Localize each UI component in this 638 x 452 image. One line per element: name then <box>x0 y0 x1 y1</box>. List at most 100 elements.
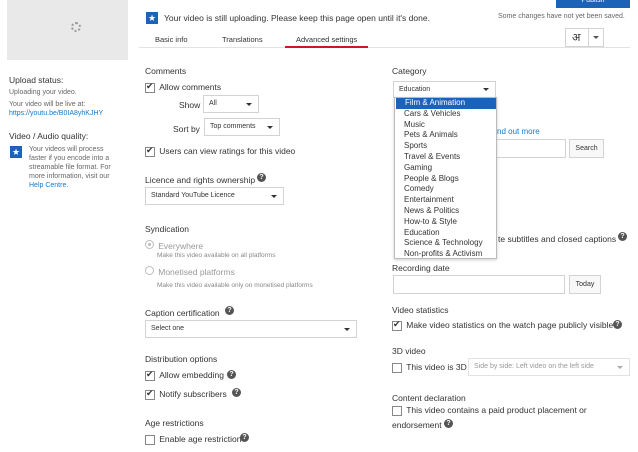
licence-select[interactable]: Standard YouTube Licence <box>145 187 284 205</box>
3d-format-value: Side by side: Left video on the left sid… <box>474 363 594 370</box>
embedding-label: Allow embedding <box>159 370 224 380</box>
category-option[interactable]: Entertainment <box>395 195 496 206</box>
show-label: Show <box>179 100 201 110</box>
video-url-link[interactable]: https://youtu.be/B0IA8yhKJHY <box>9 109 103 118</box>
unsaved-changes-text: Some changes have not yet been saved. <box>498 13 625 20</box>
category-option[interactable]: Film & Animation <box>396 98 496 109</box>
notify-checkbox[interactable] <box>145 388 155 400</box>
video-stats-checkbox[interactable] <box>392 319 402 331</box>
star-icon: ★ <box>10 146 22 158</box>
category-option[interactable]: Science & Technology <box>395 238 496 249</box>
help-icon[interactable]: ? <box>444 419 453 428</box>
age-restriction-row[interactable]: Enable age restriction <box>145 434 241 445</box>
syndication-title: Syndication <box>145 224 189 234</box>
publish-button[interactable]: Publish <box>556 0 630 8</box>
monetised-label: Monetised platforms <box>158 267 235 277</box>
notify-row[interactable]: Notify subscribers <box>145 388 227 400</box>
help-icon[interactable]: ? <box>225 306 234 315</box>
category-option[interactable]: Cars & Vehicles <box>395 109 496 120</box>
category-dropdown-list[interactable]: Film & Animation Cars & Vehicles Music P… <box>394 97 497 259</box>
category-option[interactable]: Comedy <box>395 184 496 195</box>
ratings-checkbox[interactable] <box>145 145 155 157</box>
monetised-option[interactable]: Monetised platforms <box>145 266 235 277</box>
embedding-checkbox[interactable] <box>145 369 155 381</box>
ratings-label: Users can view ratings for this video <box>159 146 296 156</box>
monetised-radio[interactable] <box>145 266 154 275</box>
tab-advanced-settings[interactable]: Advanced settings <box>296 35 357 44</box>
quality-title: Video / Audio quality: <box>9 131 89 141</box>
recording-date-title: Recording date <box>392 263 450 273</box>
3d-video-checkbox[interactable] <box>392 362 402 373</box>
loading-spinner-icon <box>71 22 81 32</box>
category-option[interactable]: Pets & Animals <box>395 130 496 141</box>
recording-date-input[interactable] <box>393 275 565 294</box>
category-select[interactable]: Education <box>393 81 496 98</box>
help-icon[interactable]: ? <box>257 173 266 182</box>
category-option[interactable]: People & Blogs <box>395 174 496 185</box>
sortby-label: Sort by <box>173 124 200 134</box>
chevron-down-icon <box>271 195 277 198</box>
show-select-value: All <box>209 100 217 107</box>
ratings-row[interactable]: Users can view ratings for this video <box>145 145 296 157</box>
quality-text-4: more information, visit our <box>29 173 110 180</box>
category-option[interactable]: Education <box>395 228 496 239</box>
uploading-banner: Your video is still uploading. Please ke… <box>164 13 430 23</box>
tab-divider <box>139 47 630 48</box>
sortby-select[interactable]: Top comments <box>204 118 280 136</box>
category-option[interactable]: Music <box>395 120 496 131</box>
video-stats-title: Video statistics <box>392 305 449 315</box>
location-input[interactable] <box>496 139 566 158</box>
everywhere-label: Everywhere <box>158 241 204 251</box>
tab-translations[interactable]: Translations <box>222 35 263 44</box>
help-icon[interactable]: ? <box>618 232 627 241</box>
allow-comments-row[interactable]: Allow comments <box>145 81 221 93</box>
comments-title: Comments <box>145 66 187 76</box>
caption-cert-value: Select one <box>151 325 185 332</box>
3d-video-row[interactable]: This video is 3D <box>392 362 467 373</box>
live-at-text: Your video will be live at: <box>9 101 86 108</box>
category-option[interactable]: How-to & Style <box>395 217 496 228</box>
content-declaration-title: Content declaration <box>392 393 466 403</box>
age-title: Age restrictions <box>145 418 204 428</box>
caption-cert-select[interactable]: Select one <box>145 320 357 338</box>
help-icon[interactable]: ? <box>232 388 241 397</box>
info-star-icon: ★ <box>146 12 158 24</box>
everywhere-option[interactable]: Everywhere <box>145 240 203 251</box>
category-option[interactable]: Non-profits & Activism <box>395 249 496 260</box>
language-button[interactable]: अ <box>565 28 604 47</box>
3d-format-select[interactable]: Side by side: Left video on the left sid… <box>468 358 630 376</box>
category-title: Category <box>392 66 427 76</box>
allow-comments-checkbox[interactable] <box>145 81 155 93</box>
show-select[interactable]: All <box>203 95 259 113</box>
chevron-down-icon <box>344 328 350 331</box>
category-option[interactable]: Travel & Events <box>395 152 496 163</box>
age-restriction-label: Enable age restriction <box>159 434 242 444</box>
search-button[interactable]: Search <box>569 139 604 158</box>
help-centre-link[interactable]: Help Centre. <box>29 181 68 190</box>
today-button[interactable]: Today <box>569 275 601 294</box>
embedding-row[interactable]: Allow embedding <box>145 369 224 381</box>
category-select-value: Education <box>399 86 431 93</box>
tab-basic-info[interactable]: Basic info <box>155 35 188 44</box>
subtitles-label: te subtitles and closed captions <box>498 234 617 244</box>
language-divider <box>588 29 589 46</box>
quality-text-3: streamable file format. For <box>29 164 111 171</box>
content-declaration-row[interactable]: This video contains a paid product place… <box>392 405 587 416</box>
category-option[interactable]: News & Politics <box>395 206 496 217</box>
category-option[interactable]: Gaming <box>395 163 496 174</box>
age-restriction-checkbox[interactable] <box>145 434 155 445</box>
chevron-down-icon <box>593 36 599 39</box>
chevron-down-icon <box>267 126 273 129</box>
everywhere-radio[interactable] <box>145 240 154 249</box>
uploading-text: Uploading your video. <box>9 89 77 96</box>
category-option[interactable]: Sports <box>395 141 496 152</box>
help-icon[interactable]: ? <box>227 370 236 379</box>
notify-label: Notify subscribers <box>159 389 227 399</box>
help-icon[interactable]: ? <box>240 433 249 442</box>
help-icon[interactable]: ? <box>613 320 622 329</box>
content-declaration-checkbox[interactable] <box>392 405 402 416</box>
content-declaration-label-1: This video contains a paid product place… <box>406 405 587 415</box>
find-out-more-link[interactable]: nd out more <box>497 127 540 136</box>
video-stats-row[interactable]: Make video statistics on the watch page … <box>392 319 613 331</box>
chevron-down-icon <box>617 366 623 369</box>
